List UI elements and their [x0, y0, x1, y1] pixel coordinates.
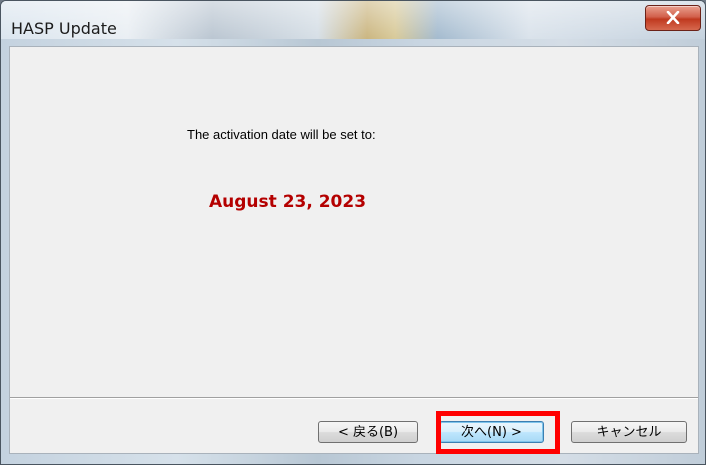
back-button[interactable]: < 戻る(B)	[318, 421, 418, 443]
next-button[interactable]: 次へ(N) >	[439, 421, 544, 443]
close-button[interactable]	[645, 5, 701, 31]
dialog-content-panel: The activation date will be set to: Augu…	[9, 46, 699, 454]
activation-date: August 23, 2023	[209, 192, 367, 212]
cancel-button[interactable]: キャンセル	[571, 421, 687, 443]
dialog-window: HASP Update The activation date will be …	[0, 0, 706, 465]
window-title: HASP Update	[11, 19, 117, 38]
close-icon	[666, 11, 680, 24]
separator	[10, 397, 698, 399]
activation-label: The activation date will be set to:	[187, 127, 376, 142]
